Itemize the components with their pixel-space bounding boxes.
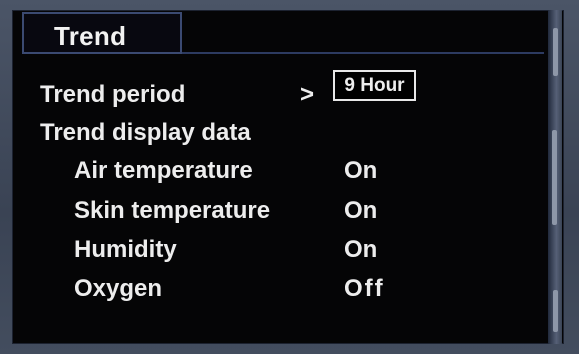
humidity-value[interactable]: On — [344, 236, 377, 264]
oxygen-value[interactable]: Off — [344, 275, 385, 303]
air-temperature-label[interactable]: Air temperature — [74, 157, 253, 185]
tab-divider — [182, 52, 544, 54]
trend-period-value-box[interactable]: 9 Hour — [333, 70, 416, 101]
scrollbar[interactable] — [548, 10, 562, 344]
trend-period-arrow: > — [300, 81, 315, 108]
skin-temperature-value[interactable]: On — [344, 197, 377, 225]
scroll-thumb[interactable] — [552, 130, 557, 225]
tab-trend[interactable]: Trend — [22, 12, 182, 54]
oxygen-label[interactable]: Oxygen — [74, 275, 162, 303]
skin-temperature-label[interactable]: Skin temperature — [74, 197, 270, 225]
scroll-down-marker — [553, 290, 558, 332]
air-temperature-value[interactable]: On — [344, 157, 377, 185]
scroll-up-marker — [553, 28, 558, 76]
trend-period-label[interactable]: Trend period — [40, 81, 185, 109]
humidity-label[interactable]: Humidity — [74, 236, 177, 264]
tab-trend-label: Trend — [54, 21, 127, 51]
trend-period-value: 9 Hour — [344, 75, 405, 96]
trend-display-data-label: Trend display data — [40, 119, 251, 146]
